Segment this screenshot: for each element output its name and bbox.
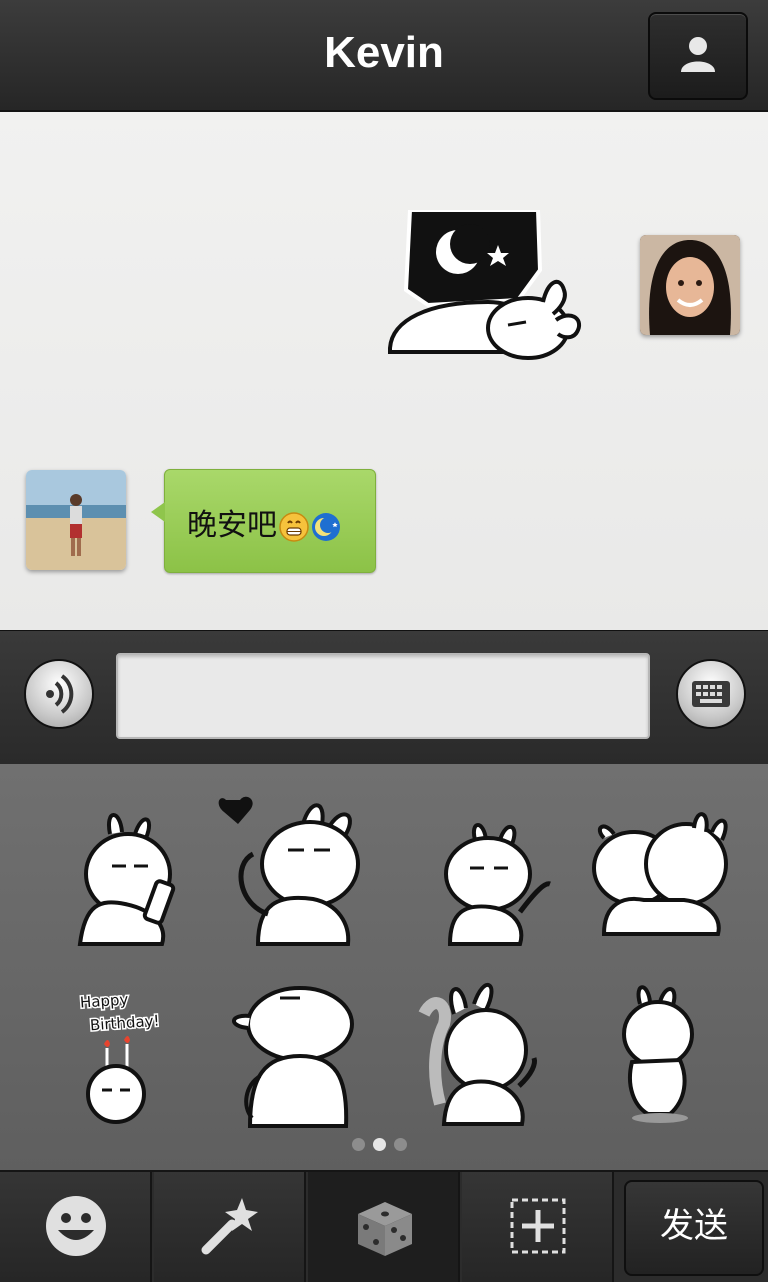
avatar-beach-photo — [26, 470, 126, 570]
svg-text:Happy: Happy — [79, 990, 129, 1011]
add-icon — [510, 1198, 566, 1254]
magic-wand-icon — [201, 1198, 258, 1255]
rabbit-drinking-sticker — [77, 813, 176, 946]
tab-emoji[interactable] — [0, 1172, 152, 1282]
voice-button[interactable] — [24, 659, 94, 729]
tab-magic[interactable] — [154, 1172, 306, 1282]
rabbit-pointing-sticker — [444, 823, 551, 946]
page-dot-active[interactable] — [373, 1138, 386, 1151]
keyboard-icon — [692, 681, 730, 707]
moon-emoji — [312, 512, 340, 541]
contact-avatar[interactable] — [26, 470, 126, 570]
sticker-item[interactable] — [404, 974, 554, 1126]
keyboard-button[interactable] — [676, 659, 746, 729]
tab-add[interactable] — [462, 1172, 614, 1282]
goodnight-moon-rabbit-sticker — [388, 208, 582, 360]
smiley-icon — [46, 1196, 106, 1256]
message-text: 晚安吧 — [187, 508, 277, 543]
person-icon — [681, 37, 715, 72]
chat-messages: 晚安吧 — [0, 112, 768, 630]
chat-header: Kevin — [0, 0, 768, 112]
sticker-item[interactable] — [420, 812, 570, 962]
sticker-item[interactable] — [220, 976, 370, 1128]
page-dot[interactable] — [352, 1138, 365, 1151]
happy-birthday-rabbit-sticker: Happy Birthday! — [78, 989, 162, 1124]
sticker-item[interactable]: Happy Birthday! — [44, 982, 194, 1132]
message-input[interactable] — [116, 653, 650, 739]
profile-button[interactable] — [648, 12, 748, 100]
rabbit-back-sticker — [232, 986, 354, 1128]
tab-dice[interactable] — [308, 1172, 460, 1282]
sticker-item[interactable] — [218, 794, 368, 946]
avatar-woman-photo — [640, 235, 740, 335]
rabbit-dancing-sticker — [418, 982, 537, 1126]
bottom-tab-bar: 发送 — [0, 1170, 768, 1282]
rabbit-kiss-sticker — [592, 812, 728, 936]
page-indicator — [352, 1138, 407, 1151]
grin-emoji — [279, 511, 309, 542]
send-button[interactable]: 发送 — [624, 1180, 764, 1276]
dice-icon — [358, 1202, 412, 1256]
rabbit-walking-sticker — [622, 985, 694, 1123]
sticker-item[interactable] — [50, 804, 200, 954]
sticker-message[interactable] — [388, 208, 588, 368]
sticker-panel: Happy Birthday! — [0, 764, 768, 1170]
message-text-row: 晚安吧 — [187, 500, 341, 544]
sticker-item[interactable] — [584, 808, 734, 958]
sticker-item[interactable] — [590, 976, 740, 1126]
message-bubble[interactable]: 晚安吧 — [151, 469, 376, 573]
svg-text:Birthday!: Birthday! — [89, 1012, 160, 1035]
voice-wave-icon — [46, 674, 74, 714]
rabbit-heart-sticker — [218, 796, 360, 946]
page-dot[interactable] — [394, 1138, 407, 1151]
user-avatar[interactable] — [640, 235, 740, 335]
input-bar — [0, 630, 768, 765]
